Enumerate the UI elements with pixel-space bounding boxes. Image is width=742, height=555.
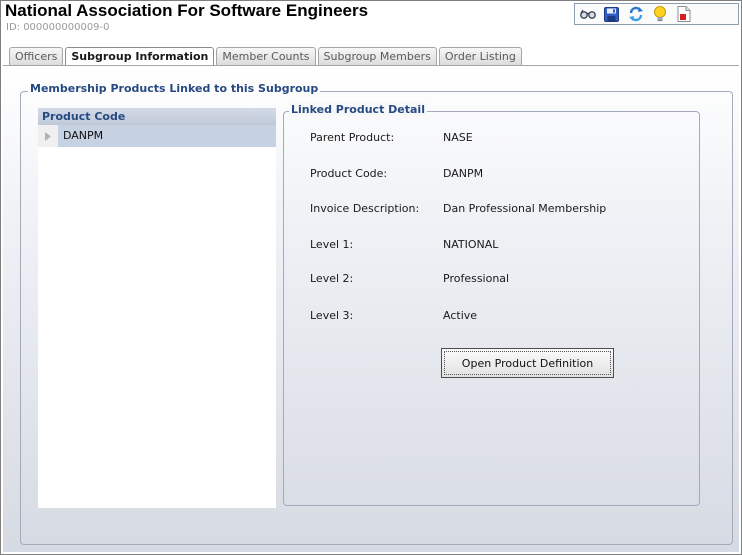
tab-officers[interactable]: Officers [9,47,64,65]
linked-product-detail-title: Linked Product Detail [289,103,427,116]
level-2-value: Professional [443,272,510,285]
level-3-value: Active [443,309,478,322]
product-code-value: DANPM [443,167,484,180]
save-icon[interactable] [602,5,621,23]
open-product-definition-label: Open Product Definition [444,351,611,375]
refresh-icon[interactable] [626,5,645,23]
table-row[interactable]: DANPM [38,125,276,147]
lightbulb-icon[interactable] [650,5,669,23]
record-id: ID: 000000000009-0 [6,22,110,33]
toolbar [574,3,739,25]
invoice-description-value: Dan Professional Membership [443,202,607,215]
row-selector-icon[interactable] [38,125,58,147]
level-1-value: NATIONAL [443,238,499,251]
parent-product-value: NASE [443,131,473,144]
product-code-grid: Product Code DANPM [38,108,276,508]
tab-strip: Officers Subgroup Information Member Cou… [9,47,522,66]
tab-subgroup-members[interactable]: Subgroup Members [317,47,437,65]
invoice-description-label: Invoice Description: [310,202,420,215]
report-icon[interactable] [674,5,693,23]
open-product-definition-button[interactable]: Open Product Definition [441,348,614,378]
tab-subgroup-information[interactable]: Subgroup Information [65,47,215,66]
level-1-label: Level 1: [310,238,354,251]
parent-product-label: Parent Product: [310,131,395,144]
page-title: National Association For Software Engine… [5,1,369,20]
product-code-cell[interactable]: DANPM [58,125,276,147]
membership-products-group-title: Membership Products Linked to this Subgr… [28,82,321,95]
level-2-label: Level 2: [310,272,354,285]
product-code-column-header[interactable]: Product Code [38,108,276,125]
tab-order-listing[interactable]: Order Listing [438,47,522,65]
tab-member-counts[interactable]: Member Counts [216,47,316,65]
product-code-label: Product Code: [310,167,388,180]
level-3-label: Level 3: [310,309,354,322]
glasses-icon[interactable] [578,5,597,23]
